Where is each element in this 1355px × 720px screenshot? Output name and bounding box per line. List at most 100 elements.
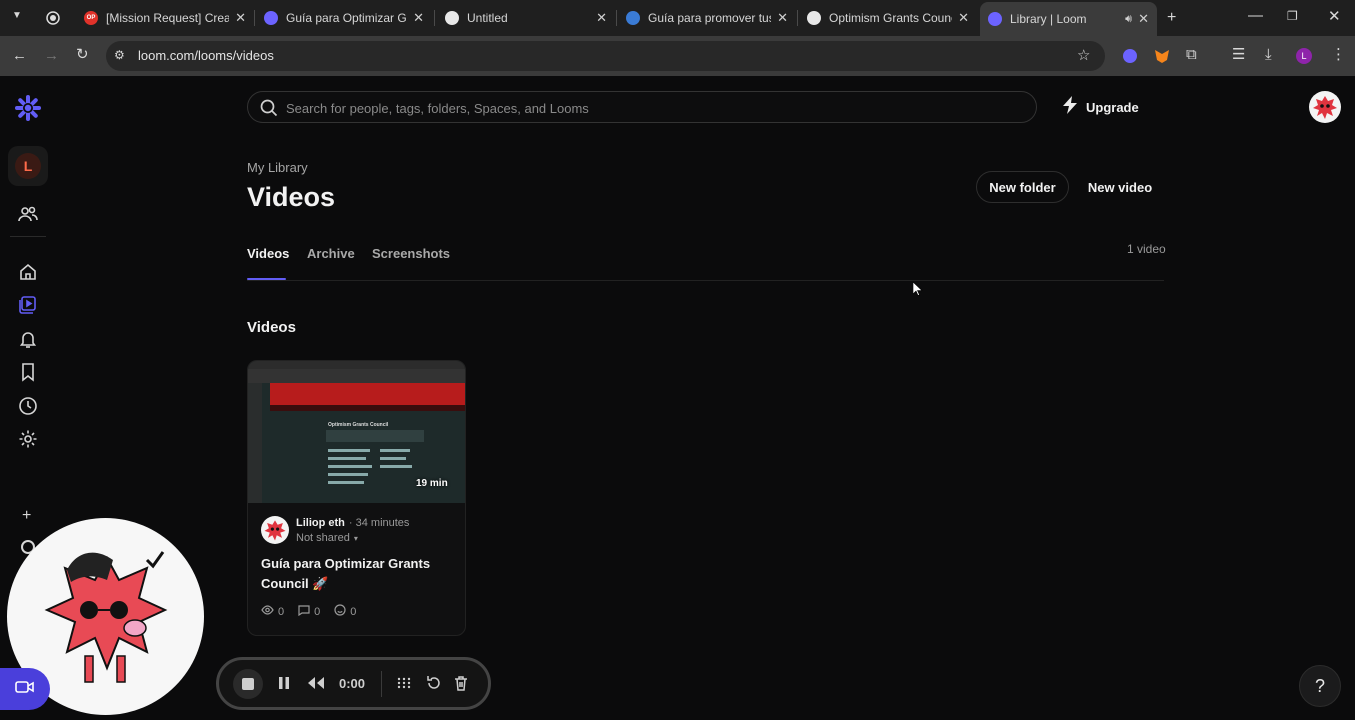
new-video-button[interactable]: New video (1081, 171, 1159, 203)
stop-icon (242, 678, 254, 690)
media-controls-icon[interactable]: ☰ (1232, 47, 1245, 62)
workspace-switcher[interactable]: L (8, 146, 48, 186)
tab-archive[interactable]: Archive (307, 246, 355, 261)
author-line: Liliop eth · 34 minutes (296, 517, 409, 529)
close-tab-icon[interactable]: ✕ (958, 10, 969, 26)
untitled-favicon-icon (445, 11, 459, 25)
bookmark-star-icon[interactable]: ☆ (1077, 48, 1090, 63)
rewind-button[interactable] (307, 676, 325, 695)
upgrade-button[interactable]: Upgrade (1062, 95, 1139, 119)
tab-divider (616, 10, 617, 26)
tab-title: Untitled (467, 11, 508, 25)
sharing-dropdown[interactable]: Not shared ▾ (296, 532, 358, 544)
tab-title: Guía para Optimizar Gran (286, 11, 407, 25)
loom-favicon-icon (988, 12, 1002, 26)
time-ago: · 34 minutes (348, 517, 410, 529)
breadcrumb[interactable]: My Library (247, 160, 308, 175)
tab-search-icon[interactable]: ▼ (12, 11, 22, 21)
metamask-extension-icon[interactable] (1154, 48, 1170, 67)
extension-loom-icon[interactable] (1122, 48, 1138, 67)
search-bar[interactable] (247, 91, 1037, 123)
loom-favicon-icon (264, 11, 278, 25)
views-count: 0 (278, 605, 285, 618)
views-stat: 0 (261, 604, 284, 619)
author-name[interactable]: Liliop eth (296, 517, 345, 529)
home-icon[interactable] (18, 262, 38, 282)
downloads-icon[interactable]: ⤓ (1265, 47, 1272, 62)
browser-tab-guia-promover[interactable]: Guía para promover tus p ✕ (626, 4, 788, 32)
close-tab-icon[interactable]: ✕ (1138, 11, 1149, 27)
profile-avatar[interactable]: L (1296, 48, 1312, 64)
tab-videos[interactable]: Videos (247, 246, 289, 261)
video-title[interactable]: Guía para Optimizar Grants Council 🚀 (261, 554, 441, 594)
library-videos-icon[interactable] (18, 295, 38, 315)
reload-icon[interactable]: ↻ (76, 47, 89, 62)
tab-screenshots[interactable]: Screenshots (372, 246, 450, 261)
close-tab-icon[interactable]: ✕ (777, 10, 788, 26)
author-avatar (261, 516, 289, 544)
back-icon[interactable]: ← (12, 48, 27, 63)
loom-library-page: L + Search for people, tags, folders, Sp… (0, 76, 1355, 720)
pause-button[interactable] (277, 676, 291, 695)
browser-tab-library-loom[interactable]: Library | Loom 🔊︎ ✕ (980, 2, 1157, 36)
help-button[interactable]: ? (1299, 665, 1341, 707)
reactions-stat: 0 (334, 604, 356, 619)
sharing-status: Not shared (296, 532, 350, 544)
browser-tab-optimism-grants[interactable]: Optimism Grants Council ✕ (807, 4, 969, 32)
restart-button[interactable] (426, 675, 442, 696)
members-icon[interactable] (18, 204, 38, 224)
doc-favicon-icon (626, 11, 640, 25)
address-bar[interactable]: ⚙︎ loom.com/looms/videos ☆ (106, 41, 1105, 71)
notifications-bell-icon[interactable] (18, 329, 38, 349)
add-space-icon[interactable]: + (22, 507, 31, 525)
search-input[interactable] (286, 98, 986, 118)
stop-recording-button[interactable] (233, 669, 263, 699)
page-title: Videos (247, 182, 336, 212)
tab-divider (797, 10, 798, 26)
user-avatar[interactable] (1309, 91, 1341, 123)
mouse-cursor-icon (912, 281, 923, 301)
browser-tab-mission-request[interactable]: OP [Mission Request] Create ✕ (84, 4, 246, 32)
forward-icon[interactable]: → (44, 48, 59, 63)
comments-stat: 0 (298, 604, 320, 619)
emoji-icon (334, 604, 346, 619)
comment-icon (298, 604, 310, 619)
browser-menu-icon[interactable]: ⋮ (1331, 47, 1346, 62)
audio-playing-icon[interactable]: 🔊︎ (1125, 13, 1132, 26)
upgrade-label: Upgrade (1086, 99, 1139, 115)
video-count: 1 video (1127, 242, 1166, 256)
thumbnail-heading: Optimism Grants Council (328, 422, 389, 428)
close-tab-icon[interactable]: ✕ (235, 10, 246, 26)
minimize-window-icon[interactable]: — (1248, 8, 1263, 23)
sidebar-divider (10, 236, 46, 237)
settings-gear-icon[interactable] (18, 429, 38, 449)
chevron-down-icon: ▾ (353, 533, 358, 543)
browser-tab-untitled[interactable]: Untitled ✕ (445, 4, 607, 32)
extensions-puzzle-icon[interactable]: ⧉ (1186, 47, 1197, 62)
camera-toggle-button[interactable] (0, 668, 50, 710)
search-icon (260, 99, 278, 122)
history-clock-icon[interactable] (18, 396, 38, 416)
drag-handle-icon[interactable] (397, 676, 411, 695)
reactions-count: 0 (350, 605, 357, 618)
lightning-bolt-icon (1062, 95, 1078, 119)
new-tab-icon[interactable]: + (1167, 10, 1176, 26)
browser-tab-guia-optimizar[interactable]: Guía para Optimizar Gran ✕ (264, 4, 424, 32)
restore-window-icon[interactable]: ❐ (1287, 10, 1298, 22)
video-card[interactable]: Optimism Grants Council 19 min Liliop et… (247, 360, 466, 636)
site-settings-icon[interactable]: ⚙︎ (114, 49, 125, 61)
recording-timer: 0:00 (339, 676, 366, 691)
tabs-divider (247, 280, 1164, 281)
close-tab-icon[interactable]: ✕ (596, 10, 607, 26)
bookmark-icon[interactable] (18, 362, 38, 382)
comments-count: 0 (314, 605, 321, 618)
browser-tab-strip: ▼ OP [Mission Request] Create ✕ Guía par… (0, 0, 1355, 36)
close-tab-icon[interactable]: ✕ (413, 10, 424, 26)
new-folder-button[interactable]: New folder (976, 171, 1069, 203)
workspace-avatar: L (15, 153, 41, 179)
untitled-favicon-icon (807, 11, 821, 25)
video-thumbnail[interactable]: Optimism Grants Council 19 min (248, 361, 465, 503)
loom-logo-icon[interactable] (14, 94, 42, 122)
delete-recording-button[interactable] (454, 675, 468, 696)
close-window-icon[interactable]: ✕ (1328, 9, 1341, 24)
